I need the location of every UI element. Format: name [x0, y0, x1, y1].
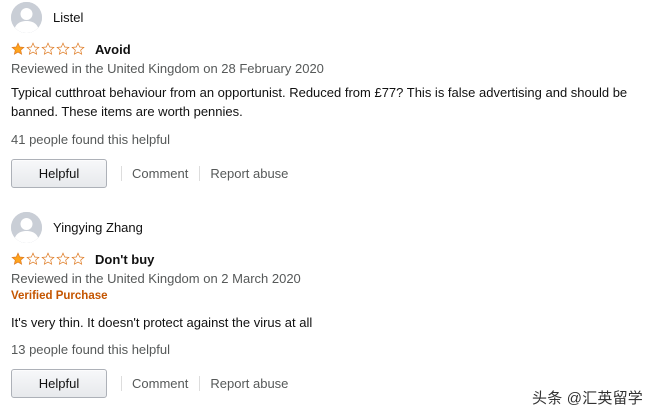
helpful-count: 41 people found this helpful: [11, 132, 171, 147]
review-actions: Helpful Comment Report abuse: [11, 369, 288, 398]
review-card: Yingying Zhang Don't buy Reviewed in the…: [11, 210, 651, 417]
divider: [121, 376, 122, 391]
reviewer-name[interactable]: Listel: [53, 10, 83, 25]
comment-link[interactable]: Comment: [132, 376, 188, 391]
star-rating[interactable]: [11, 42, 85, 56]
report-abuse-link[interactable]: Report abuse: [210, 166, 288, 181]
star-empty-icon: [41, 252, 55, 265]
star-empty-icon: [26, 252, 40, 265]
star-filled-icon: [11, 252, 25, 265]
avatar[interactable]: [11, 212, 42, 243]
star-empty-icon: [41, 42, 55, 55]
star-rating[interactable]: [11, 252, 85, 266]
star-filled-icon: [11, 42, 25, 55]
review-card: Listel Avoid Reviewed in the United King…: [11, 0, 651, 200]
star-empty-icon: [56, 42, 70, 55]
divider: [199, 376, 201, 391]
comment-link[interactable]: Comment: [132, 166, 188, 181]
helpful-button[interactable]: Helpful: [11, 159, 107, 188]
default-avatar-icon: [11, 2, 42, 33]
avatar[interactable]: [11, 2, 42, 33]
review-date: Reviewed in the United Kingdom on 2 Marc…: [11, 271, 301, 286]
divider: [121, 166, 122, 181]
review-headline[interactable]: Avoid: [95, 42, 131, 57]
rating-row: Don't buy: [11, 251, 154, 267]
review-body: Typical cutthroat behaviour from an oppo…: [11, 85, 628, 119]
review-actions: Helpful Comment Report abuse: [11, 159, 288, 188]
helpful-count: 13 people found this helpful: [11, 342, 171, 357]
verified-purchase-badge: Verified Purchase: [11, 290, 108, 302]
review-body: It's very thin. It doesn't protect again…: [11, 315, 313, 330]
review-date: Reviewed in the United Kingdom on 28 Feb…: [11, 61, 324, 76]
watermark: 头条 @汇英留学: [532, 390, 643, 407]
star-empty-icon: [26, 42, 40, 55]
helpful-button[interactable]: Helpful: [11, 369, 107, 398]
divider: [199, 166, 201, 181]
star-empty-icon: [71, 252, 85, 265]
rating-row: Avoid: [11, 41, 131, 57]
report-abuse-link[interactable]: Report abuse: [210, 376, 288, 391]
review-headline[interactable]: Don't buy: [95, 252, 154, 267]
reviewer-name[interactable]: Yingying Zhang: [53, 220, 143, 235]
star-empty-icon: [71, 42, 85, 55]
star-empty-icon: [56, 252, 70, 265]
default-avatar-icon: [11, 212, 42, 243]
